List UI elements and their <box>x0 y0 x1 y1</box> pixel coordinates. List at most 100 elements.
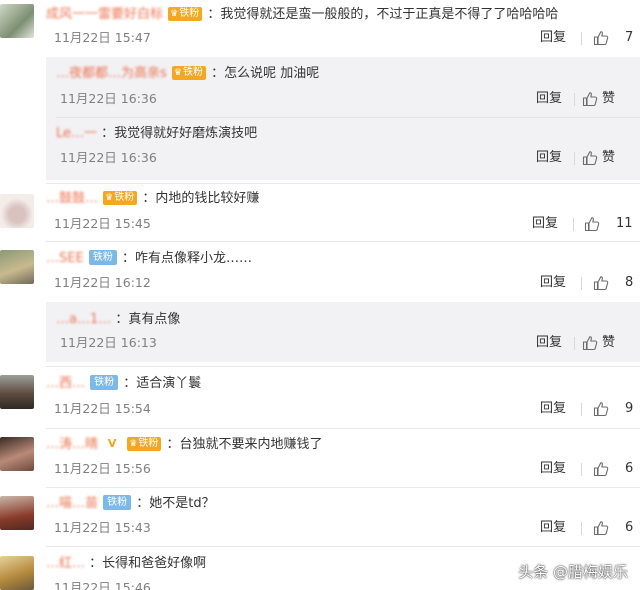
fan-badge: ♛铁粉 <box>103 190 138 205</box>
crown-icon: ♛ <box>129 438 138 449</box>
thumbs-up-icon[interactable] <box>593 275 609 291</box>
comment-author[interactable]: …鼓鼓… <box>46 191 98 206</box>
avatar[interactable] <box>0 437 34 471</box>
reply-button[interactable]: 回复 <box>536 90 562 108</box>
divider <box>56 117 640 118</box>
reply-author[interactable]: …夜都都…为高亲s <box>56 66 167 81</box>
divider <box>581 277 582 290</box>
comment-author[interactable]: …SEE <box>46 251 84 266</box>
comment-item: …西… 铁粉 ：适合演丫鬟 11月22日 15:54 回复 9 <box>0 371 640 427</box>
comment-time: 11月22日 15:45 <box>54 216 151 231</box>
divider <box>46 366 640 367</box>
thumbs-up-icon[interactable] <box>593 520 609 536</box>
reply-time: 11月22日 16:13 <box>60 335 157 350</box>
reply-text: ：怎么说呢 加油呢 <box>211 66 320 81</box>
comment-text: ：内地的钱比较好赚 <box>142 191 260 206</box>
reply-text: ：真有点像 <box>115 312 181 327</box>
comment-time: 11月22日 15:54 <box>54 401 151 416</box>
fan-badge: ♛铁粉 <box>168 6 203 21</box>
reply-box: …夜都都…为高亲s ♛铁粉 ：怎么说呢 加油呢 11月22日 16:36 回复 … <box>46 57 640 180</box>
comment-author[interactable]: 成风一一雷要好白标 <box>46 7 163 22</box>
like-count: 7 <box>625 30 634 45</box>
reply-button[interactable]: 回复 <box>540 519 566 537</box>
divider <box>574 93 575 106</box>
thumbs-up-icon[interactable] <box>593 461 609 477</box>
comment-time: 11月22日 15:56 <box>54 461 151 476</box>
comment-time: 11月22日 15:43 <box>54 520 151 535</box>
reply-button[interactable]: 回复 <box>536 149 562 167</box>
reply-button[interactable]: 回复 <box>540 460 566 478</box>
crown-icon: ♛ <box>105 192 114 203</box>
comment-text: ：长得和爸爸好像啊 <box>89 556 207 571</box>
like-count: 11 <box>616 216 633 231</box>
reply-box: …a…1… ：真有点像 11月22日 16:13 回复 赞 <box>46 302 640 362</box>
thumbs-up-icon[interactable] <box>582 91 598 107</box>
like-label[interactable]: 赞 <box>602 149 615 167</box>
thumbs-up-icon[interactable] <box>593 401 609 417</box>
divider <box>46 546 640 547</box>
comment-author[interactable]: …喵…苗 <box>46 496 98 511</box>
avatar[interactable] <box>0 194 34 228</box>
comment-text: ：咋有点像释小龙…… <box>121 251 252 266</box>
iron-fan-badge: 铁粉 <box>88 250 117 265</box>
like-count: 9 <box>625 401 634 416</box>
comment-item: …喵…苗 铁粉 ：她不是td？ 11月22日 15:43 回复 6 <box>0 491 640 543</box>
comment-author[interactable]: …涛…晴 <box>46 437 98 452</box>
comment-item: …涛…晴 V ♛铁粉 ：台独就不要来内地赚钱了 11月22日 15:56 回复 … <box>0 432 640 484</box>
like-label[interactable]: 赞 <box>602 334 615 352</box>
comment-author[interactable]: …红… <box>46 556 85 571</box>
crown-icon: ♛ <box>173 67 182 78</box>
reply-author[interactable]: …a…1… <box>56 312 111 327</box>
divider <box>46 428 640 429</box>
comment-item: 成风一一雷要好白标 ♛铁粉 ：我觉得就还是蛮一般般的，不过于正真是不得了了哈哈哈… <box>0 0 640 56</box>
thumbs-up-icon[interactable] <box>582 335 598 351</box>
reply-button[interactable]: 回复 <box>540 400 566 418</box>
thumbs-up-icon[interactable] <box>593 30 609 46</box>
thumbs-up-icon[interactable] <box>584 216 600 232</box>
reply-button[interactable]: 回复 <box>532 215 558 233</box>
comment-time: 11月22日 16:12 <box>54 275 151 290</box>
reply-button[interactable]: 回复 <box>540 29 566 47</box>
crown-icon: ♛ <box>170 8 179 19</box>
like-count: 6 <box>625 520 634 535</box>
reply-button[interactable]: 回复 <box>540 274 566 292</box>
reply-text: ：我觉得就好好磨炼演技吧 <box>101 126 258 141</box>
comment-text: ：我觉得就还是蛮一般般的，不过于正真是不得了了哈哈哈哈 <box>207 7 559 22</box>
avatar[interactable] <box>0 250 34 284</box>
comment-text: ：她不是td？ <box>136 496 215 511</box>
avatar[interactable] <box>0 496 34 530</box>
avatar[interactable] <box>0 556 34 590</box>
comment-time: 11月22日 15:47 <box>54 30 151 45</box>
divider <box>581 463 582 476</box>
like-count: 8 <box>625 275 634 290</box>
iron-fan-badge: 铁粉 <box>103 495 132 510</box>
iron-fan-badge: 铁粉 <box>90 375 119 390</box>
reply-time: 11月22日 16:36 <box>60 91 157 106</box>
reply-time: 11月22日 16:36 <box>60 150 157 165</box>
divider <box>574 337 575 350</box>
like-count: 6 <box>625 461 634 476</box>
comment-item: …鼓鼓… ♛铁粉 ：内地的钱比较好赚 11月22日 15:45 回复 11 <box>0 187 640 239</box>
comment-text: ：台独就不要来内地赚钱了 <box>166 437 323 452</box>
fan-badge: ♛铁粉 <box>127 436 162 451</box>
comment-text: ：适合演丫鬟 <box>123 376 202 391</box>
comment-author[interactable]: …西… <box>46 376 85 391</box>
divider <box>574 152 575 165</box>
fan-badge: ♛铁粉 <box>171 65 206 80</box>
verified-v-icon: V <box>107 436 117 450</box>
divider <box>573 218 574 231</box>
watermark: 头条 @腊梅娱乐 <box>518 563 628 581</box>
reply-button[interactable]: 回复 <box>536 334 562 352</box>
comment-item: …SEE 铁粉 ：咋有点像释小龙…… 11月22日 16:12 回复 8 <box>0 246 640 298</box>
like-label[interactable]: 赞 <box>602 90 615 108</box>
divider <box>581 403 582 416</box>
divider <box>581 32 582 45</box>
divider <box>581 522 582 535</box>
thumbs-up-icon[interactable] <box>582 150 598 166</box>
avatar[interactable] <box>0 375 34 409</box>
divider <box>46 183 640 184</box>
reply-author[interactable]: Le…一 <box>56 126 97 141</box>
divider <box>46 487 640 488</box>
divider <box>46 241 640 242</box>
avatar[interactable] <box>0 4 34 38</box>
